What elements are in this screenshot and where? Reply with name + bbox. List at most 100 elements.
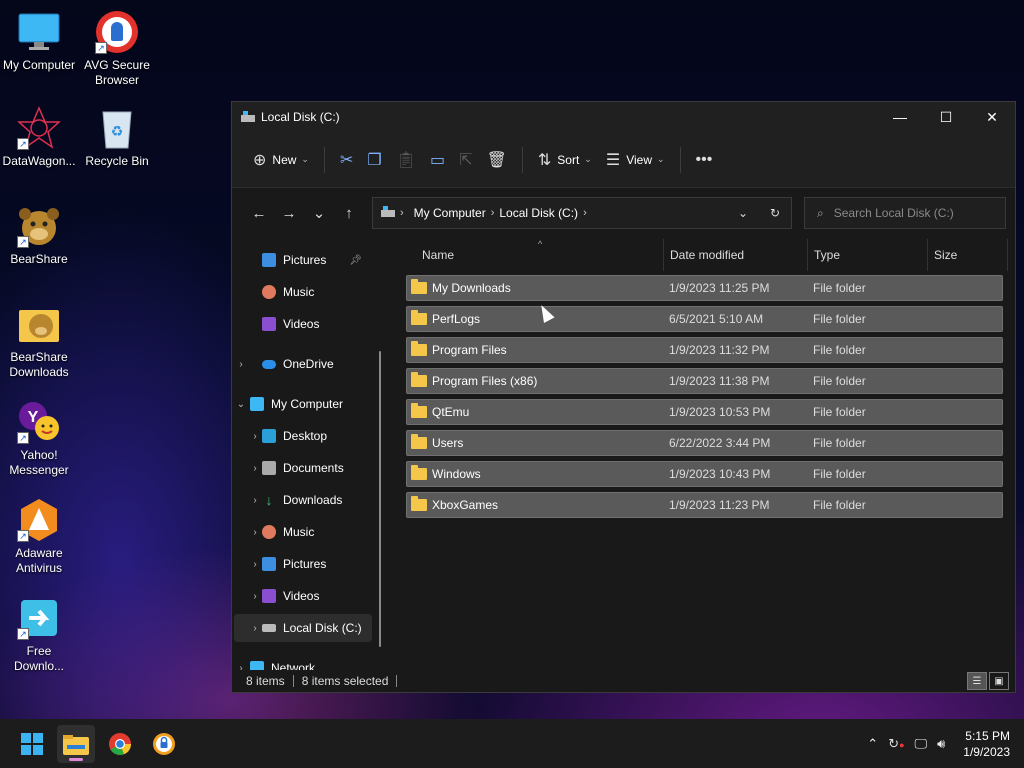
column-header-name[interactable]: Name bbox=[416, 239, 664, 271]
monitor-icon bbox=[17, 10, 61, 54]
desktop-icon-my-computer[interactable]: My Computer bbox=[0, 10, 78, 73]
chevron-right-icon[interactable]: › bbox=[248, 527, 262, 538]
nav-item-label: Music bbox=[283, 285, 315, 299]
nav-item-network[interactable]: › Network bbox=[234, 654, 372, 670]
column-header-date[interactable]: Date modified bbox=[664, 239, 808, 271]
trash-icon: 🗑︎ bbox=[486, 151, 507, 169]
chevron-down-icon[interactable]: ⌄ bbox=[234, 399, 248, 410]
volume-icon[interactable]: 🔊︎ bbox=[937, 736, 945, 752]
search-box[interactable]: ⌕ Search Local Disk (C:) bbox=[804, 197, 1006, 229]
column-header-type[interactable]: Type bbox=[808, 239, 928, 271]
copy-button[interactable]: ❐ bbox=[360, 144, 388, 176]
nav-item-documents[interactable]: › Documents bbox=[234, 454, 372, 482]
clock[interactable]: 5:15 PM 1/9/2023 bbox=[963, 728, 1010, 760]
chevron-right-icon[interactable]: › bbox=[248, 623, 262, 634]
desktop-icon-bearshare[interactable]: ↗ BearShare bbox=[0, 204, 78, 267]
cut-button[interactable]: ✂ bbox=[333, 144, 360, 176]
network-icon[interactable]: 🖵︎ bbox=[915, 736, 928, 752]
nav-item-pictures-quick[interactable]: Pictures 📌︎ bbox=[234, 246, 372, 274]
breadcrumb-my-computer[interactable]: My Computer bbox=[414, 206, 486, 220]
view-label: View bbox=[626, 152, 652, 167]
nav-item-my-computer[interactable]: ⌄ My Computer bbox=[234, 390, 372, 418]
nav-item-videos[interactable]: › Videos bbox=[234, 582, 372, 610]
recent-locations-chevron-icon[interactable]: ⌄ bbox=[304, 204, 334, 222]
view-button[interactable]: ☰ View ⌄ bbox=[599, 144, 672, 176]
more-options-button[interactable]: ••• bbox=[689, 144, 720, 176]
chevron-right-icon[interactable]: › bbox=[248, 591, 262, 602]
file-row[interactable]: XboxGames 1/9/2023 11:23 PM File folder bbox=[406, 492, 1003, 518]
maximize-button[interactable]: ☐ bbox=[923, 102, 969, 132]
details-view-icon[interactable]: ☰ bbox=[967, 672, 987, 690]
breadcrumb-separator-icon[interactable]: › bbox=[400, 207, 404, 219]
taskbar-file-explorer[interactable] bbox=[57, 725, 95, 763]
breadcrumb-separator-icon[interactable]: › bbox=[583, 207, 587, 219]
minimize-button[interactable]: — bbox=[877, 102, 923, 132]
pin-icon[interactable]: 📌︎ bbox=[349, 255, 362, 266]
new-button[interactable]: ⊕ New ⌄ bbox=[246, 144, 316, 176]
chevron-right-icon[interactable]: › bbox=[234, 663, 248, 671]
file-row[interactable]: PerfLogs 6/5/2021 5:10 AM File folder bbox=[406, 306, 1003, 332]
taskbar-avg-browser[interactable] bbox=[145, 725, 183, 763]
up-arrow-icon[interactable]: ↑ bbox=[334, 205, 364, 222]
address-bar[interactable]: › My Computer › Local Disk (C:) › ⌄ ↻ bbox=[372, 197, 792, 229]
file-row[interactable]: QtEmu 1/9/2023 10:53 PM File folder bbox=[406, 399, 1003, 425]
file-row[interactable]: Program Files 1/9/2023 11:32 PM File fol… bbox=[406, 337, 1003, 363]
address-history-chevron-icon[interactable]: ⌄ bbox=[727, 206, 759, 220]
nav-item-desktop[interactable]: › Desktop bbox=[234, 422, 372, 450]
back-arrow-icon[interactable]: ← bbox=[244, 205, 274, 222]
navigation-bar: ← → ⌄ ↑ › My Computer › Local Disk (C:) … bbox=[232, 188, 1015, 238]
breadcrumb-separator-icon[interactable]: › bbox=[491, 207, 495, 219]
nav-item-music-quick[interactable]: Music bbox=[234, 278, 372, 306]
file-row[interactable]: Windows 1/9/2023 10:43 PM File folder bbox=[406, 461, 1003, 487]
forward-arrow-icon[interactable]: → bbox=[274, 205, 304, 222]
bearshare-downloads-folder-icon bbox=[17, 302, 61, 346]
column-header-size[interactable]: Size bbox=[928, 239, 1008, 271]
rename-button[interactable]: ▭ bbox=[423, 144, 452, 176]
chevron-up-icon[interactable]: ⌃ bbox=[867, 736, 878, 752]
update-alert-icon[interactable]: ↻● bbox=[888, 736, 904, 752]
desktop-icon-bearshare-downloads[interactable]: BearShare Downloads bbox=[0, 302, 78, 380]
paste-button[interactable]: 📋︎ bbox=[389, 144, 423, 176]
monitor-icon bbox=[250, 397, 264, 411]
breadcrumb-local-disk[interactable]: Local Disk (C:) bbox=[499, 206, 578, 220]
refresh-icon[interactable]: ↻ bbox=[759, 206, 791, 220]
desktop-icon-adaware[interactable]: ↗ Adaware Antivirus bbox=[0, 498, 78, 576]
title-bar[interactable]: Local Disk (C:) — ☐ ✕ bbox=[232, 102, 1015, 132]
share-button[interactable]: ⇱ bbox=[452, 144, 479, 176]
close-button[interactable]: ✕ bbox=[969, 102, 1015, 132]
file-list: ^ Name Date modified Type Size My Downlo… bbox=[390, 239, 1015, 764]
chevron-right-icon[interactable]: › bbox=[248, 495, 262, 506]
file-row[interactable]: Users 6/22/2022 3:44 PM File folder bbox=[406, 430, 1003, 456]
nav-item-onedrive[interactable]: › OneDrive bbox=[234, 350, 372, 378]
nav-item-music[interactable]: › Music bbox=[234, 518, 372, 546]
delete-button[interactable]: 🗑︎ bbox=[480, 144, 514, 176]
chevron-right-icon[interactable]: › bbox=[234, 359, 248, 370]
desktop-icon-recycle-bin[interactable]: ♻ Recycle Bin bbox=[78, 106, 156, 169]
drive-icon bbox=[381, 205, 395, 221]
nav-item-pictures[interactable]: › Pictures bbox=[234, 550, 372, 578]
desktop-icon-free-downloader[interactable]: ↗ Free Downlo... bbox=[0, 596, 78, 674]
nav-item-videos-quick[interactable]: Videos bbox=[234, 310, 372, 338]
search-placeholder: Search Local Disk (C:) bbox=[833, 206, 954, 220]
file-row[interactable]: My Downloads 1/9/2023 11:25 PM File fold… bbox=[406, 275, 1003, 301]
toolbar-divider bbox=[521, 146, 523, 173]
sort-button[interactable]: ⇅ Sort ⌄ bbox=[531, 144, 599, 176]
taskbar-chrome[interactable] bbox=[101, 725, 139, 763]
nav-item-downloads[interactable]: › ↓ Downloads bbox=[234, 486, 372, 514]
nav-item-label: Pictures bbox=[283, 253, 327, 267]
nav-scrollbar[interactable] bbox=[379, 351, 381, 647]
chevron-right-icon[interactable]: › bbox=[248, 559, 262, 570]
desktop-icon-label: My Computer bbox=[2, 58, 76, 72]
desktop-icon-label: Adaware Antivirus bbox=[15, 546, 63, 575]
chrome-icon bbox=[109, 733, 132, 756]
tiles-view-icon[interactable]: ▣ bbox=[989, 672, 1009, 690]
desktop-icon-datawagon[interactable]: ↗ DataWagon... bbox=[0, 106, 78, 169]
desktop-icon-avg-browser[interactable]: ↗ AVG Secure Browser bbox=[78, 10, 156, 88]
file-row[interactable]: Program Files (x86) 1/9/2023 11:38 PM Fi… bbox=[406, 368, 1003, 394]
start-button[interactable] bbox=[13, 725, 51, 763]
desktop-icon-yahoo-messenger[interactable]: Y ↗ Yahoo! Messenger bbox=[0, 400, 78, 478]
content-area: Pictures 📌︎ Music Videos › OneDrive ⌄ My… bbox=[232, 239, 1015, 764]
chevron-right-icon[interactable]: › bbox=[248, 463, 262, 474]
chevron-right-icon[interactable]: › bbox=[248, 431, 262, 442]
nav-item-local-disk[interactable]: › Local Disk (C:) bbox=[234, 614, 372, 642]
